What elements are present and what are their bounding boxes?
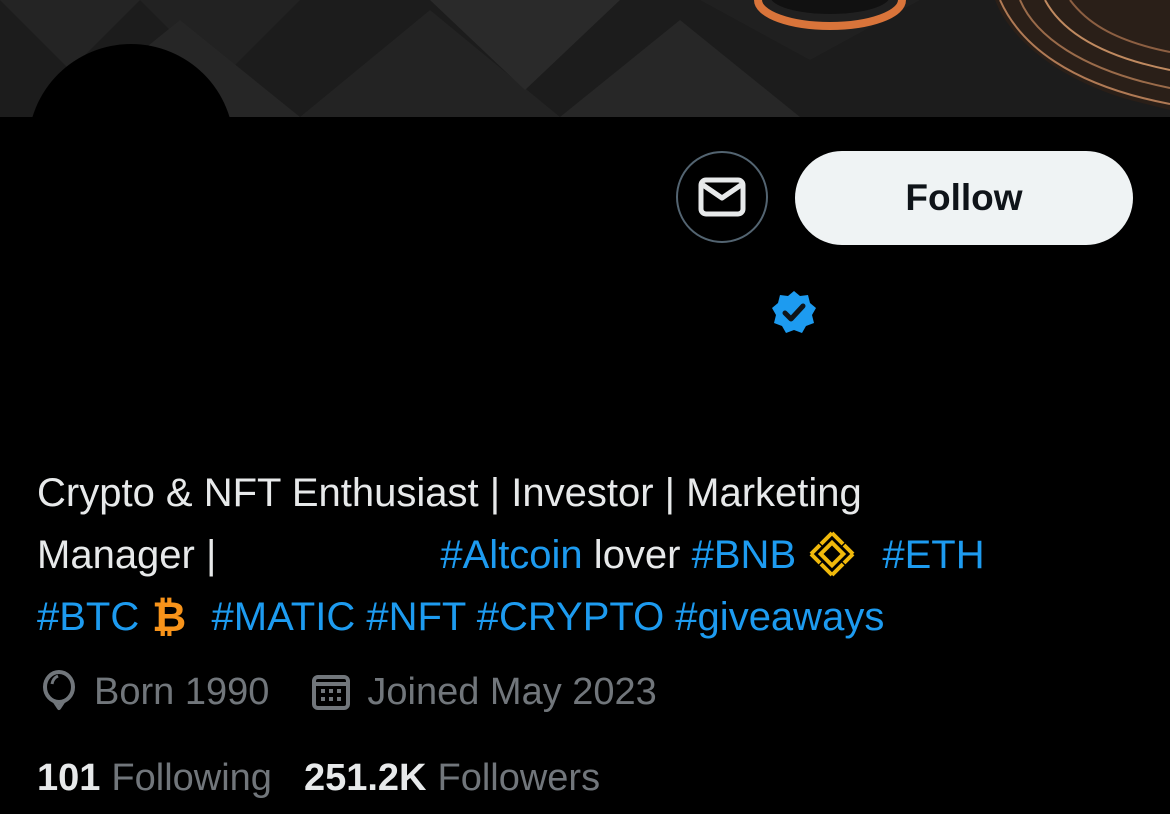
bio-line-2: Manager | #Altcoin lover #BNB #ETH	[37, 524, 1137, 586]
bio-text: Manager |	[37, 533, 217, 577]
born-text: Born 1990	[94, 670, 270, 713]
avatar[interactable]	[28, 44, 234, 250]
followers-link[interactable]: 251.2K Followers	[304, 757, 600, 800]
hashtag-altcoin[interactable]: #Altcoin	[440, 533, 582, 577]
followers-count: 251.2K	[303, 757, 427, 799]
hashtag-btc[interactable]: #BTC	[37, 595, 139, 639]
profile-meta: Born 1990 Joined May 2023	[40, 670, 699, 714]
hashtag-list[interactable]: #MATIC #NFT #CRYPTO #giveaways	[212, 595, 885, 639]
bnb-coin-icon	[809, 532, 855, 577]
bio-text: lover	[582, 533, 692, 577]
bio-line-1: Crypto & NFT Enthusiast | Investor | Mar…	[37, 471, 862, 515]
joined-text: Joined May 2023	[367, 670, 657, 713]
hashtag-bnb[interactable]: #BNB	[692, 533, 797, 577]
verified-badge-icon	[772, 291, 816, 333]
followers-label: Followers	[437, 757, 601, 799]
bio-line-3: #BTC ₿ #MATIC #NFT #CRYPTO #giveaways	[37, 586, 1137, 648]
following-label: Following	[111, 757, 272, 799]
joined-item: Joined May 2023	[311, 670, 657, 714]
message-button[interactable]	[676, 151, 768, 243]
hashtag-eth[interactable]: #ETH	[882, 533, 984, 577]
following-count: 101	[37, 757, 101, 799]
profile-bio: Crypto & NFT Enthusiast | Investor | Mar…	[37, 462, 1137, 648]
balloon-icon	[43, 670, 75, 710]
following-link[interactable]: 101 Following	[37, 757, 272, 800]
follow-button[interactable]: Follow	[795, 151, 1133, 245]
birthday-item: Born 1990	[40, 670, 269, 714]
envelope-icon	[698, 177, 746, 217]
svg-text:₿: ₿	[152, 593, 186, 639]
follow-stats: 101 Following 251.2K Followers	[37, 757, 632, 800]
calendar-icon	[312, 675, 351, 710]
bitcoin-icon: ₿	[152, 593, 186, 639]
